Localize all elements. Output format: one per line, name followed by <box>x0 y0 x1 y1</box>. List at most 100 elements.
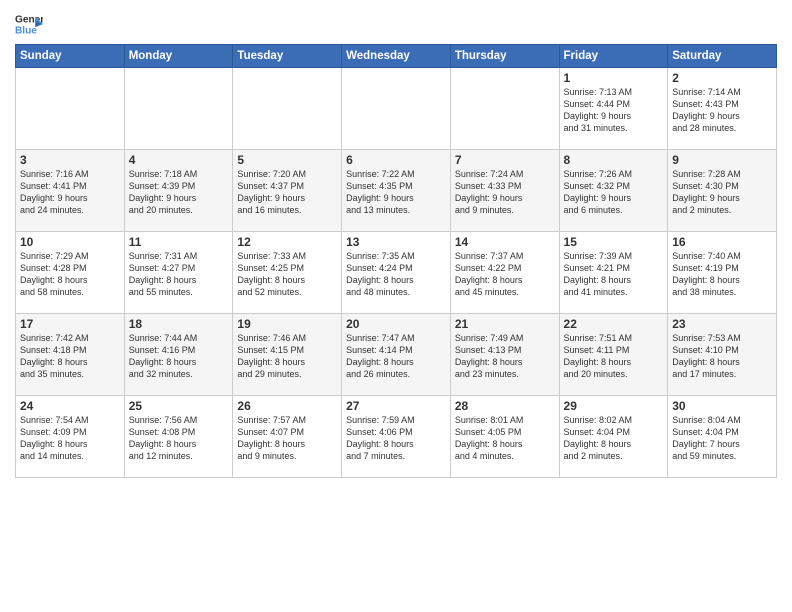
day-cell: 16Sunrise: 7:40 AM Sunset: 4:19 PM Dayli… <box>668 232 777 314</box>
day-info: Sunrise: 7:33 AM Sunset: 4:25 PM Dayligh… <box>237 250 337 299</box>
day-cell: 13Sunrise: 7:35 AM Sunset: 4:24 PM Dayli… <box>342 232 451 314</box>
day-number: 5 <box>237 153 337 167</box>
day-info: Sunrise: 8:04 AM Sunset: 4:04 PM Dayligh… <box>672 414 772 463</box>
day-cell: 21Sunrise: 7:49 AM Sunset: 4:13 PM Dayli… <box>450 314 559 396</box>
day-cell: 9Sunrise: 7:28 AM Sunset: 4:30 PM Daylig… <box>668 150 777 232</box>
day-info: Sunrise: 7:13 AM Sunset: 4:44 PM Dayligh… <box>564 86 664 135</box>
day-cell: 7Sunrise: 7:24 AM Sunset: 4:33 PM Daylig… <box>450 150 559 232</box>
day-number: 17 <box>20 317 120 331</box>
day-number: 26 <box>237 399 337 413</box>
day-info: Sunrise: 8:01 AM Sunset: 4:05 PM Dayligh… <box>455 414 555 463</box>
day-info: Sunrise: 7:26 AM Sunset: 4:32 PM Dayligh… <box>564 168 664 217</box>
day-number: 23 <box>672 317 772 331</box>
header-row: SundayMondayTuesdayWednesdayThursdayFrid… <box>16 45 777 68</box>
calendar-header: SundayMondayTuesdayWednesdayThursdayFrid… <box>16 45 777 68</box>
day-info: Sunrise: 7:39 AM Sunset: 4:21 PM Dayligh… <box>564 250 664 299</box>
day-number: 18 <box>129 317 229 331</box>
day-number: 27 <box>346 399 446 413</box>
day-number: 16 <box>672 235 772 249</box>
header: General Blue <box>15 10 777 38</box>
day-cell: 4Sunrise: 7:18 AM Sunset: 4:39 PM Daylig… <box>124 150 233 232</box>
day-info: Sunrise: 7:16 AM Sunset: 4:41 PM Dayligh… <box>20 168 120 217</box>
day-number: 14 <box>455 235 555 249</box>
day-cell <box>233 68 342 150</box>
day-cell: 30Sunrise: 8:04 AM Sunset: 4:04 PM Dayli… <box>668 396 777 478</box>
day-cell: 27Sunrise: 7:59 AM Sunset: 4:06 PM Dayli… <box>342 396 451 478</box>
week-row-5: 24Sunrise: 7:54 AM Sunset: 4:09 PM Dayli… <box>16 396 777 478</box>
day-number: 21 <box>455 317 555 331</box>
calendar-container: General Blue SundayMondayTuesdayWednesda… <box>0 0 792 483</box>
day-cell: 23Sunrise: 7:53 AM Sunset: 4:10 PM Dayli… <box>668 314 777 396</box>
day-cell: 1Sunrise: 7:13 AM Sunset: 4:44 PM Daylig… <box>559 68 668 150</box>
week-row-3: 10Sunrise: 7:29 AM Sunset: 4:28 PM Dayli… <box>16 232 777 314</box>
day-cell: 14Sunrise: 7:37 AM Sunset: 4:22 PM Dayli… <box>450 232 559 314</box>
day-number: 12 <box>237 235 337 249</box>
day-info: Sunrise: 7:57 AM Sunset: 4:07 PM Dayligh… <box>237 414 337 463</box>
header-cell-tuesday: Tuesday <box>233 45 342 68</box>
day-info: Sunrise: 7:42 AM Sunset: 4:18 PM Dayligh… <box>20 332 120 381</box>
day-number: 15 <box>564 235 664 249</box>
day-info: Sunrise: 7:59 AM Sunset: 4:06 PM Dayligh… <box>346 414 446 463</box>
day-info: Sunrise: 7:35 AM Sunset: 4:24 PM Dayligh… <box>346 250 446 299</box>
day-cell: 3Sunrise: 7:16 AM Sunset: 4:41 PM Daylig… <box>16 150 125 232</box>
day-cell: 24Sunrise: 7:54 AM Sunset: 4:09 PM Dayli… <box>16 396 125 478</box>
day-info: Sunrise: 7:44 AM Sunset: 4:16 PM Dayligh… <box>129 332 229 381</box>
day-cell <box>124 68 233 150</box>
day-info: Sunrise: 7:14 AM Sunset: 4:43 PM Dayligh… <box>672 86 772 135</box>
header-cell-monday: Monday <box>124 45 233 68</box>
day-cell: 29Sunrise: 8:02 AM Sunset: 4:04 PM Dayli… <box>559 396 668 478</box>
day-number: 29 <box>564 399 664 413</box>
calendar-body: 1Sunrise: 7:13 AM Sunset: 4:44 PM Daylig… <box>16 68 777 478</box>
day-number: 9 <box>672 153 772 167</box>
day-info: Sunrise: 7:53 AM Sunset: 4:10 PM Dayligh… <box>672 332 772 381</box>
day-cell: 25Sunrise: 7:56 AM Sunset: 4:08 PM Dayli… <box>124 396 233 478</box>
day-info: Sunrise: 7:37 AM Sunset: 4:22 PM Dayligh… <box>455 250 555 299</box>
day-cell <box>16 68 125 150</box>
header-cell-wednesday: Wednesday <box>342 45 451 68</box>
day-cell: 20Sunrise: 7:47 AM Sunset: 4:14 PM Dayli… <box>342 314 451 396</box>
day-number: 30 <box>672 399 772 413</box>
day-number: 8 <box>564 153 664 167</box>
day-cell: 5Sunrise: 7:20 AM Sunset: 4:37 PM Daylig… <box>233 150 342 232</box>
day-number: 3 <box>20 153 120 167</box>
day-number: 13 <box>346 235 446 249</box>
logo-icon: General Blue <box>15 10 43 38</box>
day-info: Sunrise: 7:51 AM Sunset: 4:11 PM Dayligh… <box>564 332 664 381</box>
day-cell: 12Sunrise: 7:33 AM Sunset: 4:25 PM Dayli… <box>233 232 342 314</box>
week-row-4: 17Sunrise: 7:42 AM Sunset: 4:18 PM Dayli… <box>16 314 777 396</box>
svg-text:Blue: Blue <box>15 25 37 36</box>
day-number: 22 <box>564 317 664 331</box>
calendar-table: SundayMondayTuesdayWednesdayThursdayFrid… <box>15 44 777 478</box>
day-cell: 17Sunrise: 7:42 AM Sunset: 4:18 PM Dayli… <box>16 314 125 396</box>
day-cell: 15Sunrise: 7:39 AM Sunset: 4:21 PM Dayli… <box>559 232 668 314</box>
day-number: 10 <box>20 235 120 249</box>
day-number: 4 <box>129 153 229 167</box>
day-info: Sunrise: 7:22 AM Sunset: 4:35 PM Dayligh… <box>346 168 446 217</box>
day-number: 19 <box>237 317 337 331</box>
day-info: Sunrise: 7:47 AM Sunset: 4:14 PM Dayligh… <box>346 332 446 381</box>
header-cell-saturday: Saturday <box>668 45 777 68</box>
day-number: 1 <box>564 71 664 85</box>
day-info: Sunrise: 7:31 AM Sunset: 4:27 PM Dayligh… <box>129 250 229 299</box>
day-info: Sunrise: 7:20 AM Sunset: 4:37 PM Dayligh… <box>237 168 337 217</box>
day-cell: 2Sunrise: 7:14 AM Sunset: 4:43 PM Daylig… <box>668 68 777 150</box>
day-number: 28 <box>455 399 555 413</box>
day-cell: 22Sunrise: 7:51 AM Sunset: 4:11 PM Dayli… <box>559 314 668 396</box>
day-cell <box>450 68 559 150</box>
header-cell-sunday: Sunday <box>16 45 125 68</box>
day-number: 2 <box>672 71 772 85</box>
day-number: 20 <box>346 317 446 331</box>
day-info: Sunrise: 7:28 AM Sunset: 4:30 PM Dayligh… <box>672 168 772 217</box>
day-cell: 26Sunrise: 7:57 AM Sunset: 4:07 PM Dayli… <box>233 396 342 478</box>
day-info: Sunrise: 7:49 AM Sunset: 4:13 PM Dayligh… <box>455 332 555 381</box>
day-info: Sunrise: 7:29 AM Sunset: 4:28 PM Dayligh… <box>20 250 120 299</box>
week-row-2: 3Sunrise: 7:16 AM Sunset: 4:41 PM Daylig… <box>16 150 777 232</box>
day-number: 11 <box>129 235 229 249</box>
day-number: 25 <box>129 399 229 413</box>
day-info: Sunrise: 7:24 AM Sunset: 4:33 PM Dayligh… <box>455 168 555 217</box>
day-number: 7 <box>455 153 555 167</box>
day-cell: 10Sunrise: 7:29 AM Sunset: 4:28 PM Dayli… <box>16 232 125 314</box>
day-cell: 18Sunrise: 7:44 AM Sunset: 4:16 PM Dayli… <box>124 314 233 396</box>
day-number: 24 <box>20 399 120 413</box>
day-cell <box>342 68 451 150</box>
